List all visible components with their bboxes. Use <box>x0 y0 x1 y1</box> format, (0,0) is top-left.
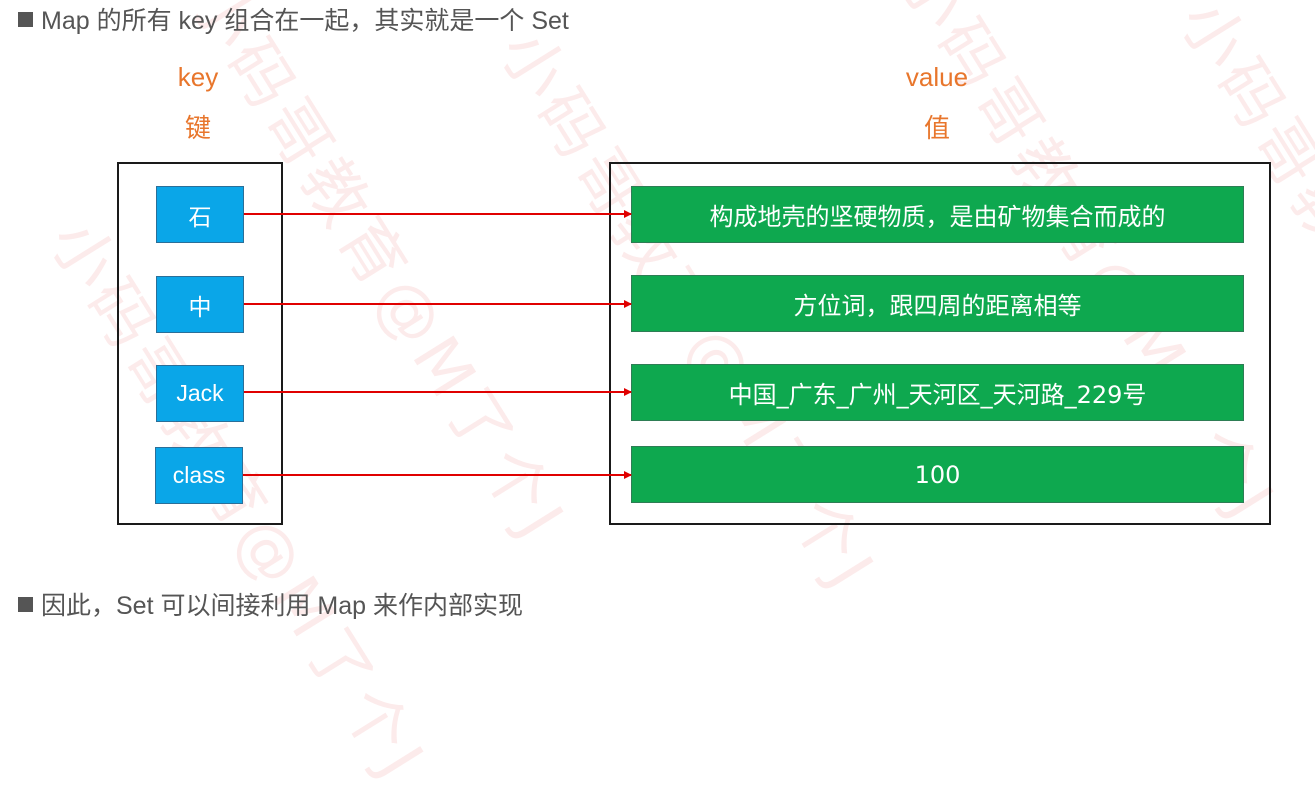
key-box: Jack <box>156 365 244 422</box>
value-box: 100 <box>631 446 1244 503</box>
footer-line: 因此，Set 可以间接利用 Map 来作内部实现 <box>18 586 523 622</box>
value-box: 构成地壳的坚硬物质，是由矿物集合而成的 <box>631 186 1244 243</box>
value-box: 方位词，跟四周的距离相等 <box>631 275 1244 332</box>
key-label-zh: 键 <box>184 113 211 143</box>
key-box: 中 <box>156 276 244 333</box>
square-bullet-icon <box>18 596 33 612</box>
key-box: 石 <box>156 186 244 243</box>
value-label-zh: 值 <box>923 113 950 143</box>
key-box: class <box>155 447 243 504</box>
heading-line: Map 的所有 key 组合在一起，其实就是一个 Set <box>18 1 569 37</box>
footer-text: 因此，Set 可以间接利用 Map 来作内部实现 <box>41 592 523 620</box>
heading-text: Map 的所有 key 组合在一起，其实就是一个 Set <box>41 7 569 35</box>
key-label-en: key <box>177 62 219 92</box>
value-label-en: value <box>905 62 969 92</box>
square-bullet-icon <box>18 11 33 27</box>
value-box: 中国_广东_广州_天河区_天河路_229号 <box>631 364 1244 421</box>
